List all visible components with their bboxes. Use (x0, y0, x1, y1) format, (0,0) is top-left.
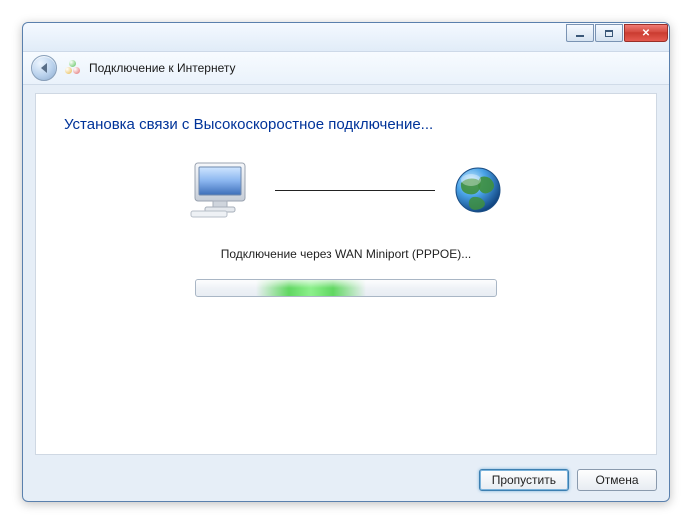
progress-bar (195, 279, 497, 297)
globe-icon (453, 165, 503, 215)
wizard-icon (65, 60, 81, 76)
connection-illustration (64, 161, 628, 219)
wizard-window: ✕ Подключение к Интернету Установка связ… (22, 22, 670, 502)
close-icon: ✕ (642, 28, 650, 39)
nav-strip: Подключение к Интернету (23, 52, 669, 85)
back-button[interactable] (31, 55, 57, 81)
minimize-button[interactable] (566, 24, 594, 42)
wizard-title: Подключение к Интернету (89, 61, 236, 75)
cancel-button[interactable]: Отмена (577, 469, 657, 491)
back-arrow-icon (41, 63, 47, 73)
status-text: Подключение через WAN Miniport (PPPOE)..… (64, 247, 628, 261)
cancel-button-label: Отмена (595, 473, 638, 487)
connection-line (275, 190, 435, 191)
close-button[interactable]: ✕ (624, 24, 668, 42)
maximize-button[interactable] (595, 24, 623, 42)
progress-marquee (256, 280, 366, 296)
computer-icon (189, 161, 257, 219)
footer: Пропустить Отмена (35, 469, 657, 491)
page-heading: Установка связи с Высокоскоростное подкл… (64, 116, 628, 133)
skip-button-label: Пропустить (492, 473, 556, 487)
window-controls: ✕ (566, 23, 669, 42)
skip-button[interactable]: Пропустить (479, 469, 569, 491)
titlebar: ✕ (23, 23, 669, 52)
content-panel: Установка связи с Высокоскоростное подкл… (35, 93, 657, 455)
